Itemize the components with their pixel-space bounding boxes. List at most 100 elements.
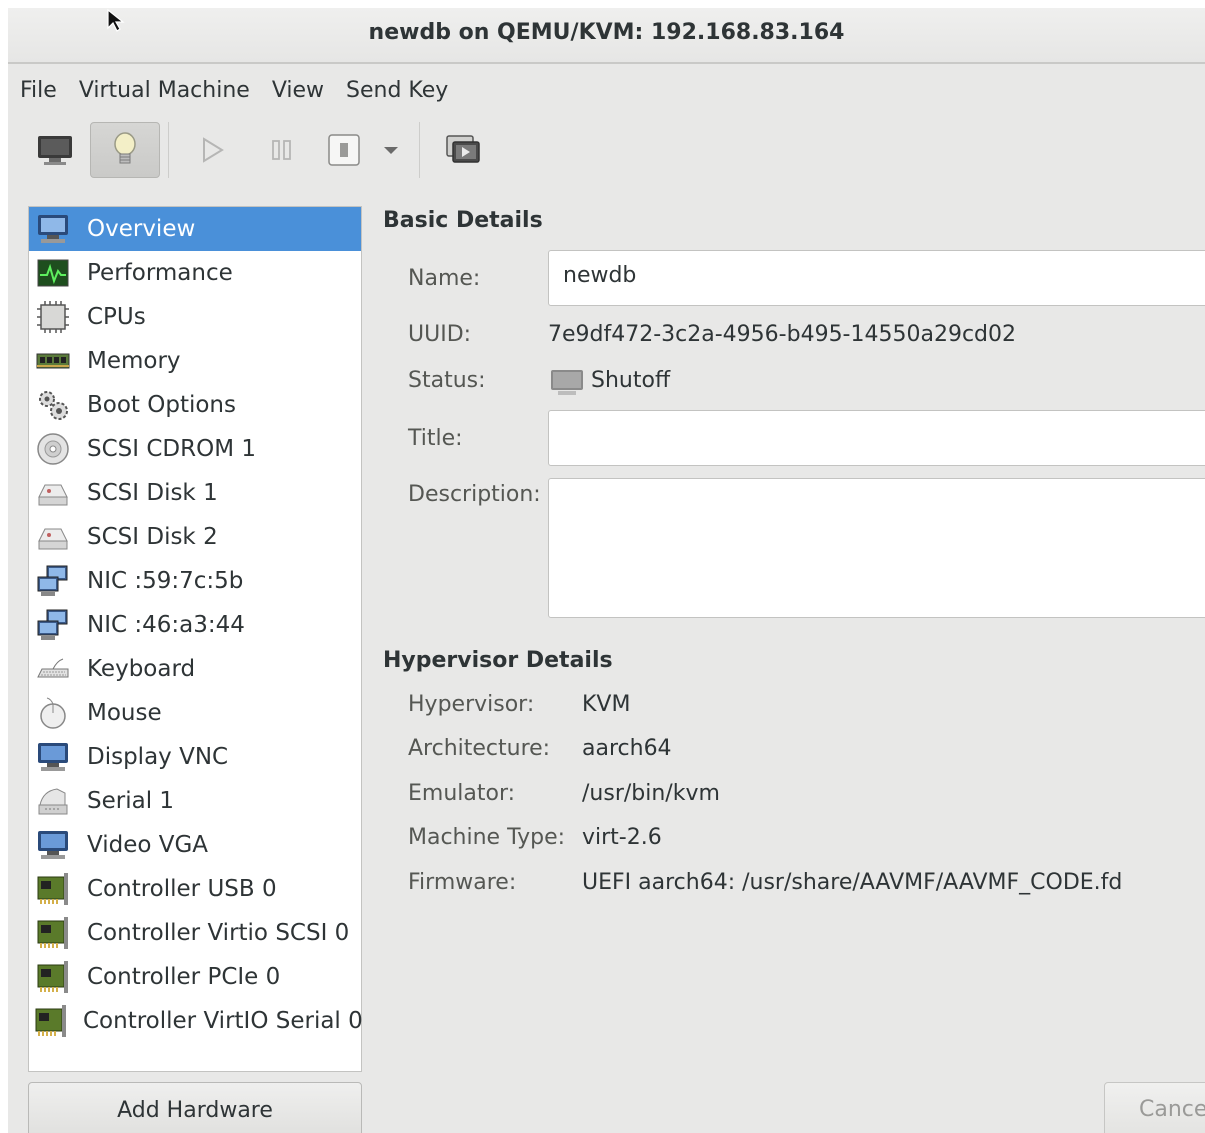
sidebar-item-video-vga[interactable]: Video VGA <box>29 823 361 867</box>
lightbulb-icon <box>114 132 136 164</box>
sidebar-item-keyboard[interactable]: Keyboard <box>29 647 361 691</box>
monitor-icon <box>33 209 73 249</box>
name-label: Name: <box>408 266 481 291</box>
sidebar-item-controller-pcie-0[interactable]: Controller PCIe 0 <box>29 955 361 999</box>
shutdown-icon <box>328 134 360 166</box>
sidebar-item-label: Performance <box>87 260 233 286</box>
sidebar-item-performance[interactable]: Performance <box>29 251 361 295</box>
sidebar-item-nic-46a344[interactable]: NIC :46:a3:44 <box>29 603 361 647</box>
sidebar-item-scsi-cdrom-1[interactable]: SCSI CDROM 1 <box>29 427 361 471</box>
sidebar-item-display-vnc[interactable]: Display VNC <box>29 735 361 779</box>
sidebar-item-cpus[interactable]: CPUs <box>29 295 361 339</box>
title-label: Title: <box>408 426 463 451</box>
architecture-value: aarch64 <box>582 736 672 761</box>
mouse-icon <box>33 693 73 733</box>
controller-card-icon <box>33 1001 69 1041</box>
sidebar-item-label: CPUs <box>87 304 146 330</box>
controller-card-icon <box>33 869 73 909</box>
sidebar-item-label: Controller USB 0 <box>87 876 277 902</box>
controller-card-icon <box>33 913 73 953</box>
cdrom-icon <box>33 429 73 469</box>
menu-bar: File Virtual Machine View Send Key <box>8 66 1205 114</box>
sidebar-item-controller-usb-0[interactable]: Controller USB 0 <box>29 867 361 911</box>
menu-file[interactable]: File <box>12 78 71 103</box>
sidebar-item-label: Video VGA <box>87 832 209 858</box>
sidebar-item-controller-virtio-serial-0[interactable]: Controller VirtIO Serial 0 <box>29 999 363 1043</box>
sidebar-item-label: Controller Virtio SCSI 0 <box>87 920 350 946</box>
toolbar-separator <box>168 122 169 178</box>
sidebar-item-label: Overview <box>87 216 196 242</box>
sidebar-item-serial-1[interactable]: Serial 1 <box>29 779 361 823</box>
menu-send-key[interactable]: Send Key <box>338 78 462 103</box>
hardware-list: Overview Performance CPUs Memory Boot Op… <box>28 206 363 1072</box>
display-icon <box>33 737 73 777</box>
pause-button[interactable] <box>247 122 317 178</box>
cpu-chip-icon <box>33 297 73 337</box>
name-field[interactable]: newdb <box>548 250 1205 306</box>
vm-details-window: newdb on QEMU/KVM: 192.168.83.164 File V… <box>8 8 1205 1133</box>
description-label: Description: <box>408 482 541 507</box>
sidebar-item-label: Controller PCIe 0 <box>87 964 281 990</box>
toolbar <box>8 114 1205 186</box>
hypervisor-details-heading: Hypervisor Details <box>383 648 613 673</box>
sidebar-item-label: Boot Options <box>87 392 236 418</box>
hypervisor-value: KVM <box>582 692 631 717</box>
sidebar-item-overview[interactable]: Overview <box>29 207 361 251</box>
machine-type-value: virt-2.6 <box>582 825 662 850</box>
console-button[interactable] <box>20 122 90 178</box>
sidebar-item-label: Display VNC <box>87 744 229 770</box>
emulator-label: Emulator: <box>408 781 516 806</box>
description-field[interactable] <box>548 478 1205 618</box>
sidebar-item-scsi-disk-1[interactable]: SCSI Disk 1 <box>29 471 361 515</box>
sidebar-item-label: Mouse <box>87 700 162 726</box>
dropdown-arrow-icon <box>384 147 398 154</box>
title-field[interactable] <box>548 410 1205 466</box>
toolbar-separator <box>419 122 420 178</box>
sidebar-item-label: SCSI Disk 1 <box>87 480 218 506</box>
sidebar-item-label: Memory <box>87 348 181 374</box>
name-field-value: newdb <box>563 263 637 288</box>
uuid-value: 7e9df472-3c2a-4956-b495-14550a29cd02 <box>548 322 1017 347</box>
sidebar-item-mouse[interactable]: Mouse <box>29 691 361 735</box>
cancel-button[interactable]: Cance <box>1104 1082 1205 1133</box>
machine-type-label: Machine Type: <box>408 825 566 850</box>
basic-details-heading: Basic Details <box>383 208 543 233</box>
play-icon <box>203 137 224 163</box>
sidebar-item-nic-597c5b[interactable]: NIC :59:7c:5b <box>29 559 361 603</box>
memory-module-icon <box>33 341 73 381</box>
add-hardware-button[interactable]: Add Hardware <box>28 1082 362 1133</box>
sidebar-item-label: Controller VirtIO Serial 0 <box>83 1008 363 1034</box>
sidebar-item-label: SCSI CDROM 1 <box>87 436 256 462</box>
sidebar-item-label: Keyboard <box>87 656 196 682</box>
menu-virtual-machine[interactable]: Virtual Machine <box>71 78 264 103</box>
status-value: Shutoff <box>591 368 671 393</box>
sidebar-item-controller-virtio-scsi-0[interactable]: Controller Virtio SCSI 0 <box>29 911 361 955</box>
details-button[interactable] <box>90 122 160 178</box>
shutdown-button[interactable] <box>317 122 371 178</box>
emulator-value: /usr/bin/kvm <box>582 781 720 806</box>
hard-disk-icon <box>33 517 73 557</box>
shutoff-status-icon <box>551 370 583 395</box>
sidebar-item-scsi-disk-2[interactable]: SCSI Disk 2 <box>29 515 361 559</box>
controller-card-icon <box>33 957 73 997</box>
sidebar-item-label: SCSI Disk 2 <box>87 524 218 550</box>
sidebar-item-label: NIC :46:a3:44 <box>87 612 245 638</box>
hypervisor-label: Hypervisor: <box>408 692 535 717</box>
performance-graph-icon <box>33 253 73 293</box>
display-icon <box>33 825 73 865</box>
monitor-icon <box>38 136 72 165</box>
shutdown-options-dropdown[interactable] <box>371 122 411 178</box>
hard-disk-icon <box>33 473 73 513</box>
architecture-label: Architecture: <box>408 736 551 761</box>
uuid-label: UUID: <box>408 322 472 347</box>
status-label: Status: <box>408 368 486 393</box>
menu-view[interactable]: View <box>264 78 338 103</box>
sidebar-item-label: NIC :59:7c:5b <box>87 568 244 594</box>
snapshots-button[interactable] <box>428 122 498 178</box>
pause-icon <box>272 140 291 160</box>
sidebar-item-boot-options[interactable]: Boot Options <box>29 383 361 427</box>
network-icon <box>33 605 73 645</box>
sidebar-item-memory[interactable]: Memory <box>29 339 361 383</box>
run-button[interactable] <box>177 122 247 178</box>
title-bar[interactable]: newdb on QEMU/KVM: 192.168.83.164 <box>8 8 1205 64</box>
